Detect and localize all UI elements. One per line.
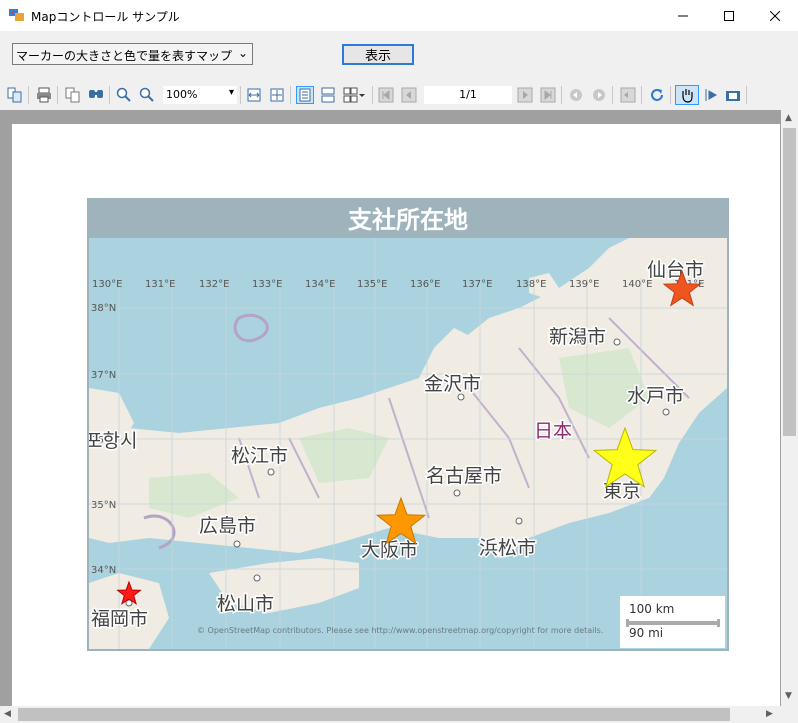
scale-bar: 100 km 90 mi [620,596,725,648]
lon-label: 131°E [145,279,175,290]
find-icon[interactable] [87,86,105,104]
chevron-down-icon: ⌄ [237,46,248,60]
next-page-icon[interactable] [516,86,534,104]
lon-label: 138°E [516,279,546,290]
minimize-button[interactable] [660,0,706,31]
lat-label: 35°N [91,500,116,511]
place-label: 浜松市 [479,537,536,559]
multi-page-view-icon[interactable] [342,86,366,104]
refresh-icon[interactable] [648,86,666,104]
lon-label: 134°E [305,279,335,290]
lat-label: 34°N [91,565,116,576]
single-page-view-icon[interactable] [296,86,314,104]
scroll-right-icon[interactable]: ▶ [766,709,773,719]
place-label: 大阪市 [361,539,418,561]
lon-label: 139°E [569,279,599,290]
place-label: 松山市 [217,593,274,615]
app-icon [9,9,24,21]
show-button[interactable]: 表示 [342,44,414,65]
back-to-parent-icon[interactable] [619,86,637,104]
horizontal-scroll-thumb[interactable] [18,708,730,721]
continuous-view-icon[interactable] [319,86,337,104]
scroll-up-icon[interactable]: ▲ [785,113,792,123]
vertical-scrollbar[interactable]: ▲ ▼ [781,110,798,706]
whole-page-icon[interactable] [268,86,286,104]
map-canvas: 130°E 131°E 132°E 133°E 134°E 135°E 136°… [89,238,727,649]
control-panel: マーカーの大きさと色で量を表すマップ ⌄ 表示 [0,31,798,81]
lon-label: 136°E [410,279,440,290]
minimize-icon [678,15,688,16]
lat-label: 38°N [91,303,116,314]
scroll-down-icon[interactable]: ▼ [785,691,792,701]
window-title: Mapコントロール サンプル [31,10,180,24]
map-type-select[interactable]: マーカーの大きさと色で量を表すマップ ⌄ [12,43,253,65]
zoom-select[interactable]: 100% ▾ [163,86,237,104]
maximize-button[interactable] [706,0,752,31]
map-attribution: © OpenStreetMap contributors. Please see… [197,626,604,635]
place-label: 포항시 [89,430,137,452]
lon-label: 133°E [252,279,282,290]
map-control: 支社所在地 130°E 131°E 132°E 133°E 134°E 135°… [87,198,729,651]
lon-label: 137°E [462,279,492,290]
hand-tool-icon[interactable] [675,85,699,105]
first-page-icon[interactable] [377,86,395,104]
place-label: 金沢市 [424,373,481,395]
report-page: 支社所在地 130°E 131°E 132°E 133°E 134°E 135°… [12,124,780,707]
select-tool-icon[interactable] [702,86,720,104]
copy-icon[interactable] [64,86,82,104]
map-type-select-value: マーカーの大きさと色で量を表すマップ [16,49,233,63]
scroll-left-icon[interactable]: ◀ [4,709,11,719]
map-title: 支社所在地 [348,206,468,234]
lon-label: 130°E [92,279,122,290]
zoom-value: 100% [166,88,198,101]
place-label: 水戸市 [627,385,684,407]
zoom-in-icon[interactable] [115,86,133,104]
page-indicator[interactable]: 1/1 [424,86,512,104]
close-button[interactable] [752,0,798,31]
horizontal-scrollbar[interactable]: ◀ ▶ [0,706,781,723]
place-label: 名古屋市 [426,465,502,487]
last-page-icon[interactable] [539,86,557,104]
report-toolbar: 100% ▾ 1/1 [0,82,798,108]
scale-mi: 90 mi [629,626,664,640]
place-label: 福岡市 [91,608,148,630]
maximize-icon [724,10,734,21]
place-label: 広島市 [199,515,256,537]
lon-label: 135°E [357,279,387,290]
snapshot-icon[interactable] [724,86,742,104]
zoom-out-icon[interactable] [138,86,156,104]
close-icon [770,10,780,21]
scrollbar-corner [781,706,798,723]
print-icon[interactable] [35,86,53,104]
back-icon[interactable] [567,86,585,104]
lat-label: 37°N [91,370,116,381]
place-label: 仙台市 [647,259,704,281]
vertical-scroll-thumb[interactable] [783,128,796,436]
scale-km: 100 km [629,602,675,616]
place-label: 日本 [534,420,572,442]
caret-down-icon: ▾ [228,87,234,98]
place-label: 新潟市 [549,326,606,348]
title-bar: Mapコントロール サンプル [0,0,798,31]
page-width-icon[interactable] [245,86,263,104]
lon-label: 132°E [199,279,229,290]
report-viewer: 支社所在地 130°E 131°E 132°E 133°E 134°E 135°… [0,110,798,723]
previous-page-icon[interactable] [400,86,418,104]
place-label: 松江市 [231,445,288,467]
document-map-icon[interactable] [6,86,24,104]
forward-icon[interactable] [590,86,608,104]
